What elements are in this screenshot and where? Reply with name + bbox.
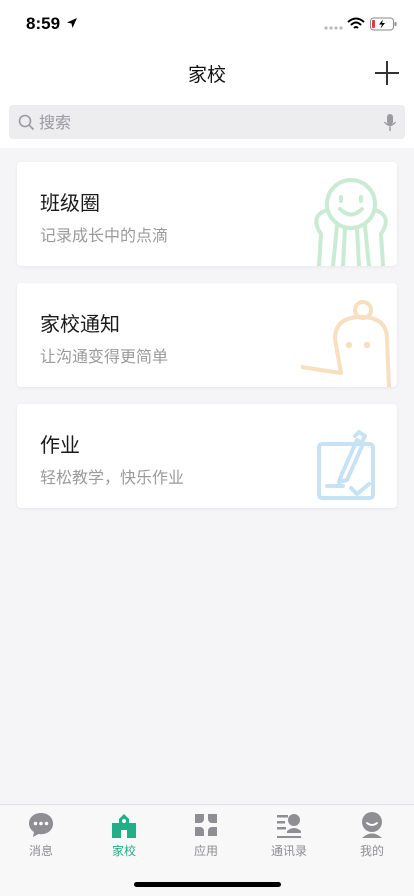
home-indicator bbox=[134, 882, 281, 887]
cellular-signal-icon bbox=[324, 26, 343, 30]
school-notice-card[interactable]: 家校通知 让沟通变得更简单 bbox=[17, 283, 397, 387]
tab-label: 通讯录 bbox=[270, 844, 307, 858]
tab-label: 消息 bbox=[28, 844, 53, 858]
tab-contacts[interactable]: 通讯录 bbox=[259, 811, 319, 859]
add-button[interactable] bbox=[374, 60, 400, 86]
apps-grid-icon bbox=[195, 814, 217, 836]
card-title: 班级圈 bbox=[40, 191, 100, 215]
bell-icon bbox=[301, 300, 391, 387]
search-container bbox=[0, 96, 414, 148]
tab-label: 应用 bbox=[193, 844, 218, 858]
tab-me[interactable]: 我的 bbox=[342, 811, 402, 859]
profile-icon bbox=[362, 812, 382, 838]
navigation-bar: 家校 bbox=[0, 50, 414, 96]
homework-icon bbox=[317, 430, 375, 500]
search-input[interactable] bbox=[39, 105, 369, 139]
homework-card[interactable]: 作业 轻松教学，快乐作业 bbox=[17, 404, 397, 508]
battery-icon bbox=[370, 17, 397, 31]
status-time: 8:59 bbox=[26, 14, 61, 33]
tab-messages[interactable]: 消息 bbox=[11, 811, 71, 859]
card-title: 家校通知 bbox=[40, 312, 120, 336]
chat-bubble-icon bbox=[29, 813, 53, 837]
class-moments-card[interactable]: 班级圈 记录成长中的点滴 bbox=[17, 162, 397, 266]
tab-label: 家校 bbox=[111, 844, 136, 858]
status-bar: 8:59 bbox=[0, 0, 414, 50]
people-icon bbox=[314, 178, 388, 266]
microphone-icon[interactable] bbox=[383, 113, 397, 132]
card-subtitle: 让沟通变得更简单 bbox=[40, 347, 169, 366]
contacts-icon bbox=[277, 814, 301, 838]
page-title: 家校 bbox=[187, 64, 226, 86]
wifi-icon bbox=[347, 17, 365, 29]
tab-school[interactable]: 家校 bbox=[94, 811, 154, 859]
location-arrow-icon bbox=[67, 18, 77, 28]
search-icon bbox=[18, 114, 35, 131]
search-bar[interactable] bbox=[9, 105, 405, 139]
card-subtitle: 记录成长中的点滴 bbox=[40, 226, 169, 245]
card-title: 作业 bbox=[40, 433, 80, 457]
tab-label: 我的 bbox=[359, 844, 384, 858]
school-icon bbox=[112, 814, 136, 838]
card-subtitle: 轻松教学，快乐作业 bbox=[40, 468, 185, 487]
tab-apps[interactable]: 应用 bbox=[176, 811, 236, 859]
